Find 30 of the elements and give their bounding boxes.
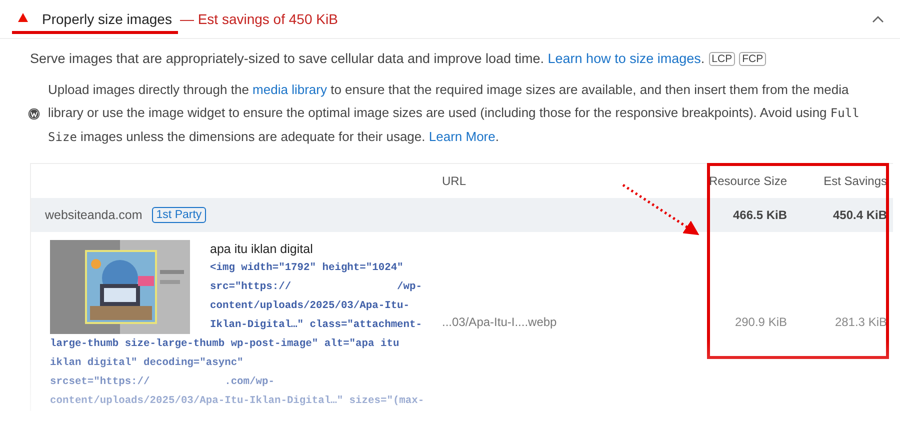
code-snippet-line: <img width="1792" height="1024" — [209, 261, 404, 276]
column-header: URL — [441, 174, 468, 188]
url-cell-text: ...03/Apa-Itu-I....webp — [441, 314, 558, 328]
table-cell-text: 450.4 KiB — [832, 208, 888, 222]
code-snippet-line: content/uploads/2025/03/Apa-Itu-Iklan-Digital…" sizes="(max- — [50, 394, 426, 409]
audit-title: Properly size images — [42, 11, 172, 27]
code-snippet-line: srcset="https:// .com/wp- — [50, 375, 276, 390]
link[interactable]: media library — [252, 82, 327, 97]
learn-link[interactable]: Learn how to size images — [548, 51, 701, 66]
entity-name: websiteanda.com — [45, 208, 142, 222]
stack-pack-description: Upload images directly through the media library to ensure that the required image sizes are available, and then insert them from the media library or use the image widget to ensure the optimal image sizes are used (including those for the responsive breakpoints). Avoid using Full Size images unless the dimensions are adequate for their usage. Learn More. — [48, 81, 860, 146]
code-snippet-line: src="https:// /wp- — [209, 280, 424, 295]
warning-icon — [17, 12, 29, 24]
audit-description: Serve images that are appropriately-sized to save cellular data and improve load time. Learn how to size images. — [30, 51, 705, 66]
node-label: apa itu iklan digital — [209, 241, 314, 258]
code-snippet-line: Iklan-Digital…" class="attachment- — [209, 318, 424, 333]
code-snippet-line: iklan digital" decoding="async" — [50, 356, 244, 371]
savings-text: — Est savings of 450 KiB — [180, 11, 338, 27]
code-snippet-line: large-thumb size-large-thumb wp-post-image" alt="apa itu — [50, 337, 400, 352]
table-cell-text: 281.3 KiB — [834, 314, 888, 328]
metric-tag: FCP — [739, 52, 766, 66]
code-snippet-line: content/uploads/2025/03/Apa-Itu- — [209, 299, 411, 314]
column-header: Est Savings — [822, 174, 888, 188]
collapse-icon[interactable] — [872, 15, 884, 23]
metric-tag: LCP — [708, 52, 736, 66]
table-cell-text: 290.9 KiB — [734, 314, 788, 328]
table-cell-text: 466.5 KiB — [732, 208, 788, 222]
link[interactable]: Learn More — [428, 129, 496, 144]
column-header: Resource Size — [708, 174, 788, 188]
party-badge: 1st Party — [152, 207, 206, 223]
